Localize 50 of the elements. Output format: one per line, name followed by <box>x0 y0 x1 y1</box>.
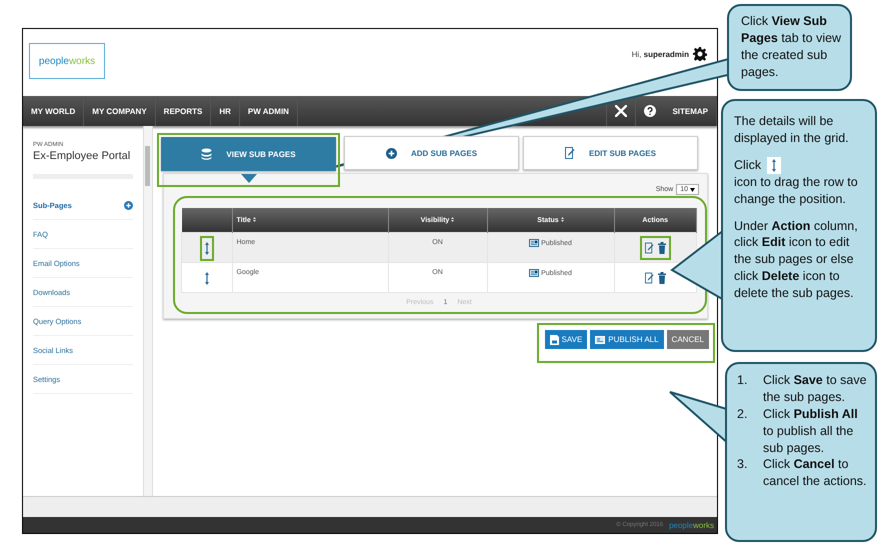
plus-circle-icon[interactable] <box>124 200 133 210</box>
tab[interactable]: ADD SUB PAGES <box>344 136 519 170</box>
newspaper-icon <box>529 269 540 277</box>
scrollbar-thumb[interactable] <box>145 146 150 186</box>
edit-icon <box>565 147 575 159</box>
logo: peopleworks <box>29 43 105 79</box>
drag-icon[interactable] <box>204 272 209 284</box>
portal-title: Ex-Employee Portal <box>33 150 132 162</box>
settings-icon[interactable] <box>693 47 707 61</box>
nav-menu-item[interactable]: HR <box>211 96 240 126</box>
caret-icon <box>690 188 695 192</box>
tools-icon[interactable] <box>615 105 628 117</box>
newspaper-icon <box>595 336 606 344</box>
drag-icon <box>767 156 782 174</box>
callout-text: Click View Sub Pages tab to view the created sub pages. <box>741 13 842 80</box>
publish-button[interactable]: PUBLISH ALL <box>590 330 664 349</box>
greeting: Hi, superadmin <box>632 50 689 58</box>
callout-text: Click Publish All to publish all the sub pages. <box>763 406 859 456</box>
callout-text: Click Save to save the sub pages. <box>763 372 868 406</box>
edit-icon[interactable] <box>644 272 654 284</box>
step-number: 2. <box>737 406 748 423</box>
footer-logo: peopleworks <box>669 520 714 530</box>
save-button[interactable]: SAVE <box>544 330 588 349</box>
nav-menu-item[interactable]: MY WORLD <box>23 96 84 126</box>
callout-text: The details will be displayed in the grid. <box>734 113 850 147</box>
plus-circle-icon <box>386 148 397 158</box>
table-header <box>182 208 232 232</box>
sort-icon[interactable] <box>560 216 564 222</box>
step-number: 3. <box>737 456 748 474</box>
edit-icon[interactable] <box>644 242 654 254</box>
tab[interactable]: VIEW SUB PAGES <box>161 137 336 171</box>
trash-icon[interactable] <box>658 272 666 284</box>
drag-icon[interactable] <box>204 242 209 254</box>
floppy-icon <box>550 334 559 344</box>
sitemap-link[interactable]: SITEMAP <box>664 96 717 126</box>
sort-icon[interactable] <box>451 216 454 222</box>
nav-menu-item[interactable]: PW ADMIN <box>240 96 298 126</box>
callout-text: Under Action column, click Edit icon to edit the sub pages or else click Delete icon to delete the sub pages. <box>734 218 859 302</box>
newspaper-icon <box>529 239 540 247</box>
stack-icon <box>201 148 212 160</box>
trash-icon[interactable] <box>658 242 666 254</box>
callout-text: icon to drag the row to change the position. <box>734 174 859 208</box>
cancel-button[interactable]: CANCEL <box>666 330 709 349</box>
sort-icon[interactable] <box>252 216 256 222</box>
tab[interactable]: EDIT SUB PAGES <box>523 136 698 170</box>
callout-text: Click <box>734 156 762 174</box>
help-icon[interactable] <box>644 105 656 117</box>
callout-text: Click Cancel to cancel the actions. <box>763 456 868 490</box>
step-number: 1. <box>737 372 748 389</box>
nav-menu-item[interactable]: REPORTS <box>156 96 212 126</box>
